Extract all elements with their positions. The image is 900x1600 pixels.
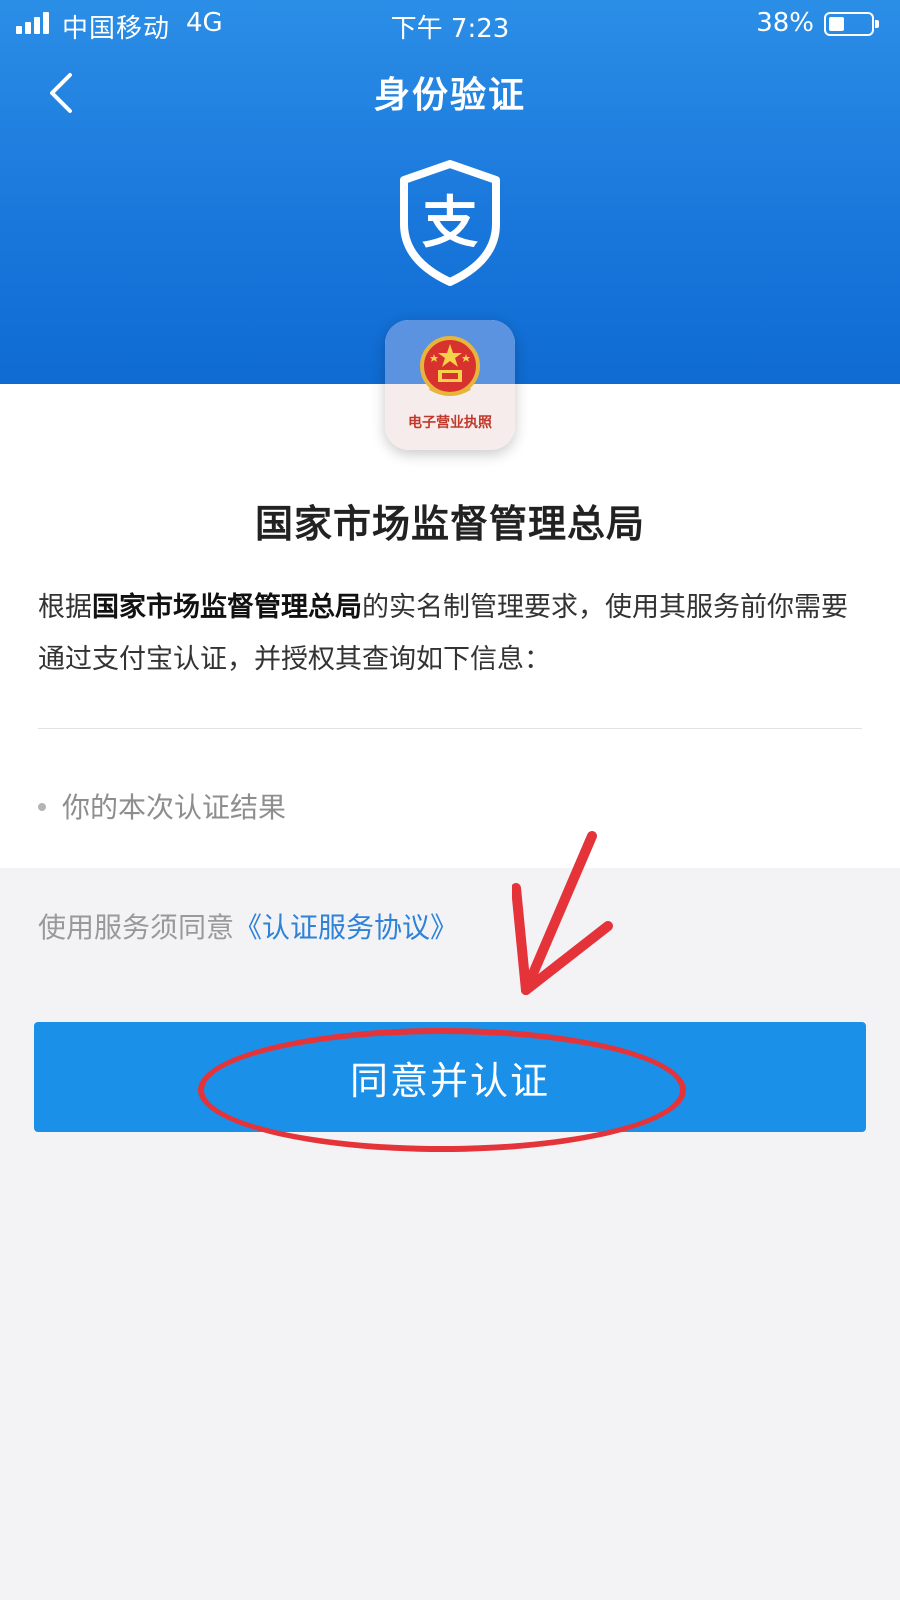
intro-org-bold: 国家市场监督管理总局: [92, 592, 362, 623]
divider: [38, 728, 862, 729]
list-item: 你的本次认证结果: [38, 786, 286, 826]
alipay-shield-icon: 支: [400, 160, 500, 286]
organization-name: 国家市场监督管理总局: [254, 502, 645, 546]
intro-text: 根据国家市场监督管理总局的实名制管理要求，使用其服务前你需要通过支付宝认证，并授…: [38, 592, 848, 675]
agreement-link[interactable]: 《认证服务协议》: [234, 911, 458, 944]
bullet-icon: [38, 803, 46, 811]
battery-fill: [829, 17, 845, 31]
status-bar: 中国移动 4G 下午 7:23 38%: [0, 0, 900, 48]
agreement-text: 使用服务须同意《认证服务协议》: [38, 911, 459, 944]
alipay-logo-glyph: 支: [422, 191, 478, 256]
page-title: 身份验证: [373, 75, 526, 116]
app-icon-label: 电子营业执照: [408, 415, 492, 431]
national-emblem-icon: [420, 336, 480, 396]
battery-percent: 38%: [756, 8, 814, 38]
battery-icon: [824, 12, 879, 36]
app-icon: 电子营业执照: [385, 320, 515, 450]
agree-and-verify-button[interactable]: 同意并认证: [34, 1022, 866, 1132]
